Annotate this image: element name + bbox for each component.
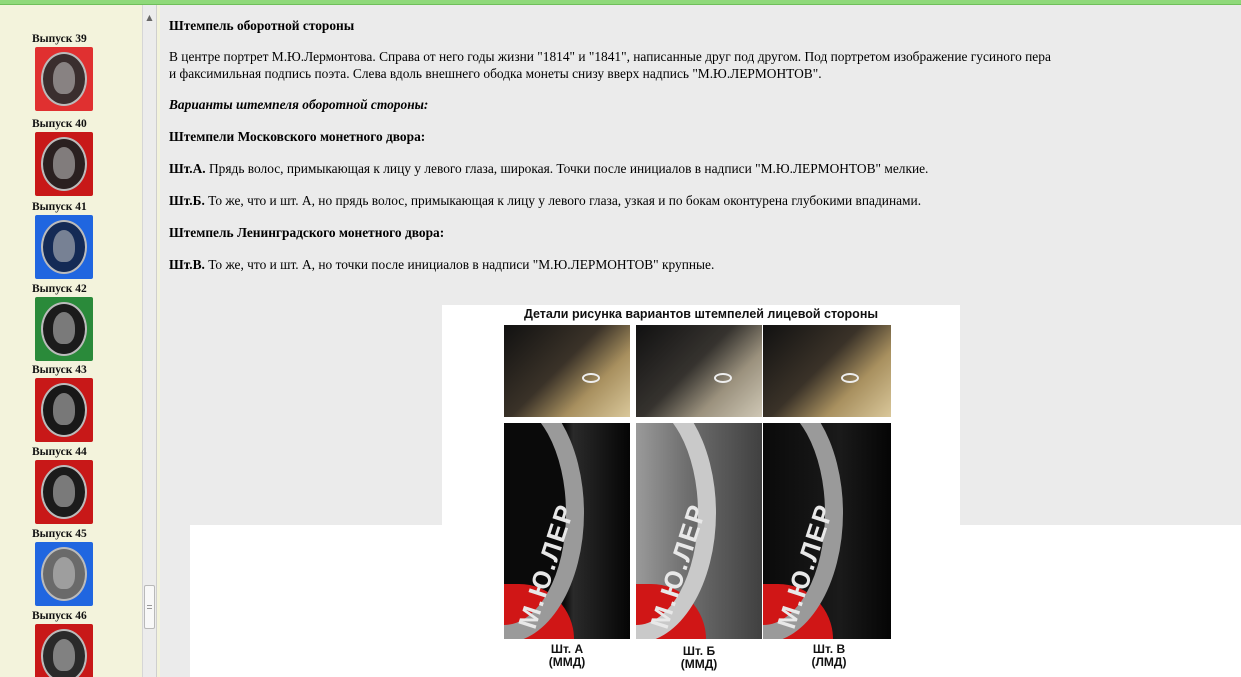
- variant-v-label: Шт.В.: [169, 257, 205, 272]
- content-area-lower-left: [160, 525, 190, 677]
- issue-label[interactable]: Выпуск 44: [32, 446, 112, 458]
- issue-label[interactable]: Выпуск 39: [32, 33, 112, 45]
- variant-b-description: Шт.Б. То же, что и шт. А, но прядь волос…: [169, 192, 1241, 209]
- moscow-mint-heading: Штемпели Московского монетного двора:: [169, 129, 426, 144]
- inscription-detail-a-image: М.Ю.ЛЕР: [504, 423, 630, 639]
- figure-caption: Детали рисунка вариантов штемпелей лицев…: [523, 307, 879, 321]
- scrollbar-thumb[interactable]: [144, 585, 155, 629]
- coin-icon: [41, 220, 87, 274]
- variant-v-description: Шт.В. То же, что и шт. А, но точки после…: [169, 256, 1241, 273]
- variant-a-description: Шт.А. Прядь волос, примыкающая к лицу у …: [169, 160, 1241, 177]
- issues-sidebar: Выпуск 39 Выпуск 40 Выпуск 41 Выпуск 42 …: [0, 5, 160, 677]
- coin-icon: [41, 465, 87, 519]
- issue-label[interactable]: Выпуск 45: [32, 528, 112, 540]
- issue-label[interactable]: Выпуск 41: [32, 201, 112, 213]
- coin-icon: [41, 629, 87, 677]
- reverse-description-line-2: и факсимильная подпись поэта. Слева вдол…: [169, 66, 822, 81]
- coin-icon: [41, 137, 87, 191]
- scroll-up-arrow-icon[interactable]: ▲: [143, 13, 156, 23]
- eye-detail-v-image: [763, 325, 891, 417]
- issue-thumbnail[interactable]: [35, 215, 93, 279]
- variant-b-text: То же, что и шт. А, но прядь волос, прим…: [204, 193, 922, 208]
- variant-a-mint: (ММД): [548, 655, 586, 669]
- coin-icon: [41, 547, 87, 601]
- eye-detail-a-image: [504, 325, 630, 417]
- issue-thumbnail[interactable]: [35, 460, 93, 524]
- reverse-side-heading: Штемпель оборотной стороны: [169, 18, 355, 33]
- reverse-description-line-1: В центре портрет М.Ю.Лермонтова. Справа …: [169, 49, 1051, 64]
- grip-icon: [147, 605, 152, 609]
- variant-v-caption: Шт. В (ЛМД): [769, 643, 889, 669]
- variant-a-label: Шт.А.: [169, 161, 206, 176]
- coin-icon: [41, 302, 87, 356]
- issue-label[interactable]: Выпуск 46: [32, 610, 112, 622]
- leningrad-mint-heading: Штемпель Ленинградского монетного двора:: [169, 225, 445, 240]
- variant-v-text: То же, что и шт. А, но точки после иници…: [204, 257, 715, 272]
- article: Штемпель оборотной стороны В центре порт…: [169, 17, 1241, 273]
- issue-thumbnail[interactable]: [35, 542, 93, 606]
- coin-icon: [41, 52, 87, 106]
- inscription-detail-b-image: М.Ю.ЛЕР: [636, 423, 762, 639]
- variant-v-mint: (ЛМД): [811, 655, 847, 669]
- issue-thumbnail[interactable]: [35, 297, 93, 361]
- issue-thumbnail[interactable]: [35, 47, 93, 111]
- eye-detail-b-image: [636, 325, 762, 417]
- issue-label[interactable]: Выпуск 40: [32, 118, 112, 130]
- issue-thumbnail[interactable]: [35, 624, 93, 677]
- issue-thumbnail[interactable]: [35, 378, 93, 442]
- variant-a-text: Прядь волос, примыкающая к лицу у левого…: [205, 161, 929, 176]
- variant-b-caption: Шт. Б (ММД): [639, 645, 759, 671]
- content-area-lower-right: [976, 525, 1241, 677]
- variants-heading: Варианты штемпеля оборотной стороны:: [169, 97, 429, 112]
- variant-b-label: Шт.Б.: [169, 193, 205, 208]
- variant-b-mint: (ММД): [680, 657, 718, 671]
- coin-icon: [41, 383, 87, 437]
- issue-label[interactable]: Выпуск 42: [32, 283, 112, 295]
- inscription-detail-v-image: М.Ю.ЛЕР: [763, 423, 891, 639]
- stamp-details-figure: Детали рисунка вариантов штемпелей лицев…: [442, 305, 960, 677]
- sidebar-scrollbar[interactable]: ▲: [142, 5, 157, 677]
- issue-label[interactable]: Выпуск 43: [32, 364, 112, 376]
- variant-a-caption: Шт. А (ММД): [507, 643, 627, 669]
- issue-thumbnail[interactable]: [35, 132, 93, 196]
